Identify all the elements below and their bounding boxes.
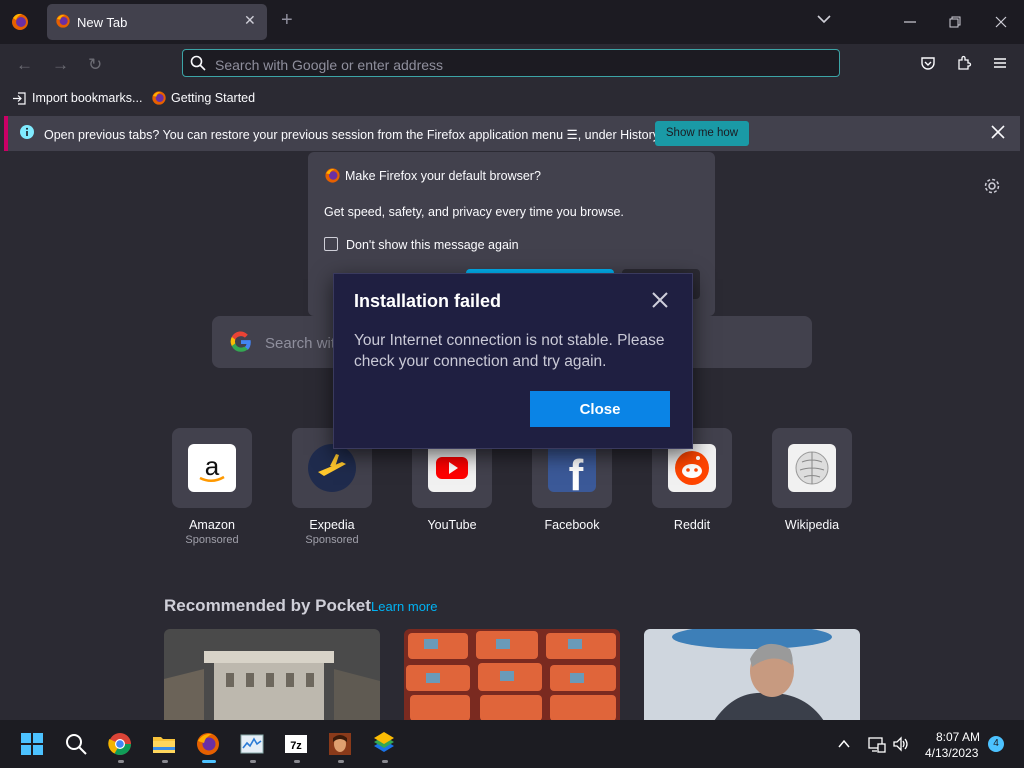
close-window-icon[interactable] (995, 16, 1007, 28)
forward-icon[interactable]: → (52, 55, 69, 75)
new-tab-icon[interactable]: + (281, 9, 293, 32)
pocket-card-image (164, 629, 380, 721)
dialog-message: Your Internet connection is not stable. … (354, 332, 665, 370)
hamburger-menu-icon[interactable] (992, 55, 1008, 71)
svg-text:7z: 7z (290, 740, 302, 752)
tab-title: New Tab (77, 15, 128, 30)
running-indicator (118, 760, 124, 763)
close-icon[interactable] (650, 290, 670, 310)
notification-message: Open previous tabs? You can restore your… (44, 128, 662, 142)
pocket-card-3[interactable] (644, 629, 860, 721)
pocket-icon[interactable] (920, 55, 936, 71)
game-icon[interactable] (328, 732, 352, 756)
firefox-icon[interactable] (196, 732, 220, 756)
wikipedia-icon (788, 444, 836, 492)
running-indicator (382, 760, 388, 763)
network-icon[interactable] (868, 735, 886, 753)
bluestacks-icon[interactable] (372, 732, 396, 756)
volume-icon[interactable] (892, 735, 910, 753)
default-browser-title: Make Firefox your default browser? (345, 169, 541, 183)
file-explorer-icon[interactable] (152, 732, 176, 756)
svg-text:a: a (205, 451, 220, 481)
restore-icon[interactable] (949, 16, 961, 28)
site-label: Amazon (189, 518, 235, 532)
pocket-card-2[interactable] (404, 629, 620, 721)
bookmark-getting-started[interactable]: Getting Started (171, 91, 255, 105)
minimize-icon[interactable] (904, 16, 916, 28)
search-icon (190, 55, 206, 71)
firefox-logo-icon (325, 168, 340, 183)
firefox-bookmark-icon (152, 91, 166, 105)
site-sponsored: Sponsored (305, 534, 359, 546)
firefox-view-icon[interactable] (8, 10, 32, 34)
clock-date[interactable]: 4/13/2023 (925, 746, 978, 760)
site-sponsored: Sponsored (185, 534, 239, 546)
gear-icon[interactable] (983, 177, 1001, 195)
close-button[interactable]: Close (530, 391, 670, 427)
pocket-heading: Recommended by Pocket (164, 596, 371, 615)
dialog-title: Installation failed (354, 291, 502, 311)
reload-icon[interactable]: ↻ (88, 55, 102, 75)
firefox-tab-icon (56, 14, 70, 28)
site-label: Wikipedia (784, 518, 840, 532)
running-indicator (294, 760, 300, 763)
pocket-card-1[interactable] (164, 629, 380, 721)
close-notification-icon[interactable] (991, 125, 1005, 139)
import-icon (13, 92, 26, 105)
page-search-placeholder[interactable]: Search wit (265, 335, 335, 352)
list-all-tabs-icon[interactable] (817, 12, 831, 26)
tab-close-icon[interactable]: ✕ (244, 12, 256, 29)
svg-text:f: f (569, 451, 584, 492)
info-icon (20, 125, 34, 139)
reddit-icon (668, 444, 716, 492)
pocket-card-image (644, 629, 860, 721)
chevron-up-icon[interactable] (838, 738, 850, 750)
running-indicator (250, 760, 256, 763)
expedia-icon (308, 444, 356, 492)
pocket-card-image (404, 629, 620, 721)
clock-time[interactable]: 8:07 AM (936, 730, 980, 744)
google-icon (230, 331, 251, 352)
task-manager-icon[interactable] (240, 732, 264, 756)
extensions-icon[interactable] (956, 55, 972, 71)
back-icon[interactable]: ← (16, 55, 33, 75)
start-icon[interactable] (20, 732, 44, 756)
site-label: Reddit (673, 518, 711, 532)
show-me-how-button[interactable]: Show me how (655, 121, 749, 146)
chrome-icon[interactable] (108, 732, 132, 756)
default-browser-body: Get speed, safety, and privacy every tim… (324, 205, 624, 219)
site-label: Expedia (309, 518, 355, 532)
site-label: Facebook (544, 518, 600, 532)
dont-show-again-label[interactable]: Don't show this message again (346, 238, 519, 252)
7zip-icon[interactable]: 7z (284, 732, 308, 756)
url-bar-placeholder[interactable]: Search with Google or enter address (215, 57, 443, 73)
running-indicator (338, 760, 344, 763)
dont-show-again-checkbox[interactable] (324, 237, 338, 251)
bookmark-import[interactable]: Import bookmarks... (32, 91, 142, 105)
facebook-icon: f (548, 444, 596, 500)
site-label: YouTube (427, 518, 477, 532)
active-indicator (202, 760, 216, 763)
search-icon[interactable] (64, 732, 88, 756)
youtube-icon (428, 444, 476, 492)
amazon-icon: a (188, 444, 236, 492)
running-indicator (162, 760, 168, 763)
notification-badge[interactable]: 4 (988, 736, 1004, 752)
pocket-learn-more-link[interactable]: Learn more (371, 599, 437, 614)
